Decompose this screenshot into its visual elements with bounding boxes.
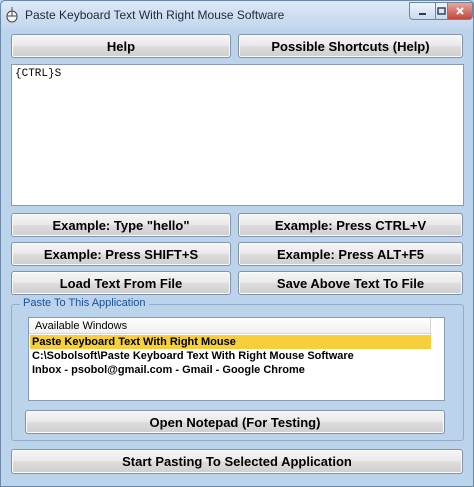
title-bar[interactable]: Paste Keyboard Text With Right Mouse Sof… [1, 1, 473, 29]
close-icon [456, 7, 464, 15]
example-alt-f5-button[interactable]: Example: Press ALT+F5 [238, 242, 463, 266]
list-item[interactable]: Inbox - psobol@gmail.com - Gmail - Googl… [30, 363, 305, 377]
paste-target-group-label: Paste To This Application [20, 297, 149, 309]
minimize-icon [419, 12, 426, 15]
list-item[interactable]: C:\Sobolsoft\Paste Keyboard Text With Ri… [30, 349, 354, 363]
save-text-button[interactable]: Save Above Text To File [238, 271, 463, 295]
start-pasting-button[interactable]: Start Pasting To Selected Application [11, 449, 463, 474]
list-item[interactable]: Paste Keyboard Text With Right Mouse [30, 335, 431, 349]
load-text-button[interactable]: Load Text From File [11, 271, 231, 295]
available-windows-column-header[interactable]: Available Windows [29, 318, 431, 334]
mouse-icon [6, 7, 18, 23]
minimize-button[interactable] [409, 2, 436, 20]
available-windows-list[interactable]: Available Windows Paste Keyboard Text Wi… [28, 317, 445, 401]
help-button[interactable]: Help [11, 34, 231, 58]
keystroke-text-area[interactable]: {CTRL}S [11, 64, 464, 206]
example-shift-s-button[interactable]: Example: Press SHIFT+S [11, 242, 231, 266]
open-notepad-button[interactable]: Open Notepad (For Testing) [25, 410, 445, 434]
app-window: Paste Keyboard Text With Right Mouse Sof… [0, 0, 474, 487]
possible-shortcuts-button[interactable]: Possible Shortcuts (Help) [238, 34, 463, 58]
window-title: Paste Keyboard Text With Right Mouse Sof… [25, 8, 285, 22]
example-type-hello-button[interactable]: Example: Type "hello" [11, 213, 231, 237]
close-button[interactable] [447, 2, 473, 20]
maximize-icon [437, 6, 446, 15]
example-ctrl-v-button[interactable]: Example: Press CTRL+V [238, 213, 463, 237]
